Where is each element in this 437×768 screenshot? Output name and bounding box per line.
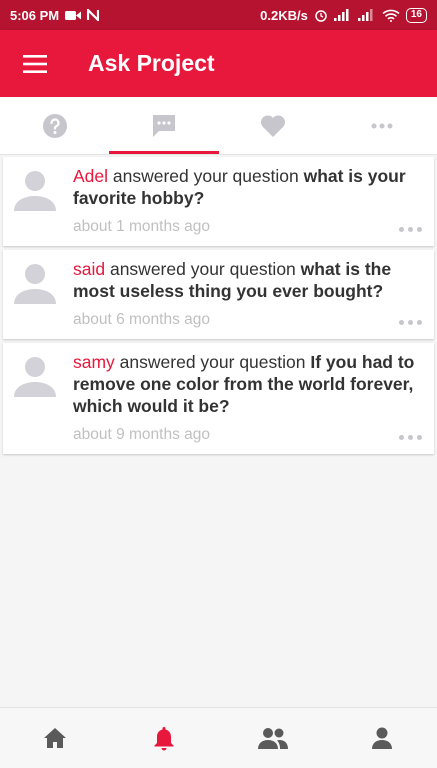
hamburger-menu-icon [23, 54, 47, 73]
notification-action: answered your question [105, 259, 301, 279]
network-speed: 0.2KB/s [260, 7, 308, 23]
nav-profile[interactable] [328, 708, 437, 768]
question-icon [42, 113, 67, 138]
home-icon [43, 728, 66, 748]
battery-level: 16 [410, 9, 422, 20]
notification-text: said answered your question what is the … [73, 258, 418, 302]
group-icon [258, 728, 289, 749]
notification-action: answered your question [108, 166, 304, 186]
page-title: Ask Project [88, 50, 215, 76]
app-bar: Ask Project [0, 30, 437, 97]
tab-answers[interactable] [109, 97, 219, 154]
username-link[interactable]: Adel [73, 166, 108, 186]
avatar [14, 171, 56, 211]
signal-icon [333, 9, 349, 21]
tab-more[interactable] [328, 97, 437, 154]
heart-icon [261, 114, 286, 137]
chat-icon [152, 114, 175, 137]
nav-notifications[interactable] [109, 708, 218, 768]
more-options-icon[interactable] [399, 320, 422, 325]
notification-text: Adel answered your question what is your… [73, 165, 418, 209]
nav-friends[interactable] [219, 708, 328, 768]
notification-action: answered your question [114, 352, 311, 372]
list-item[interactable]: said answered your question what is the … [3, 250, 434, 339]
tab-questions[interactable] [0, 97, 109, 154]
bell-icon [154, 727, 174, 751]
signal-2-icon [357, 9, 373, 21]
more-icon [371, 123, 393, 128]
avatar [14, 357, 56, 397]
profile-icon [372, 727, 393, 749]
status-time: 5:06 PM [10, 7, 60, 23]
timestamp: about 1 months ago [73, 218, 211, 235]
video-camera-icon [65, 10, 82, 20]
wifi-icon [382, 9, 400, 22]
list-item[interactable]: samy answered your question If you had t… [3, 343, 434, 454]
bottom-navigation [0, 707, 437, 768]
nav-home[interactable] [0, 708, 109, 768]
status-bar: 5:06 PM 0.2KB/s 16 [0, 0, 437, 30]
timestamp: about 9 months ago [73, 426, 211, 443]
list-item[interactable]: Adel answered your question what is your… [3, 157, 434, 246]
n-logo-icon [87, 9, 100, 21]
avatar [14, 264, 56, 304]
menu-button[interactable] [0, 30, 70, 97]
tab-bar [0, 97, 437, 155]
alarm-icon [315, 10, 327, 22]
more-options-icon[interactable] [399, 227, 422, 232]
username-link[interactable]: samy [73, 352, 115, 372]
username-link[interactable]: said [73, 259, 105, 279]
timestamp: about 6 months ago [73, 311, 211, 328]
battery-icon: 16 [405, 7, 427, 23]
notification-list: Adel answered your question what is your… [0, 157, 437, 458]
tab-favorites[interactable] [219, 97, 328, 154]
more-options-icon[interactable] [399, 435, 422, 440]
notification-text: samy answered your question If you had t… [73, 351, 418, 417]
